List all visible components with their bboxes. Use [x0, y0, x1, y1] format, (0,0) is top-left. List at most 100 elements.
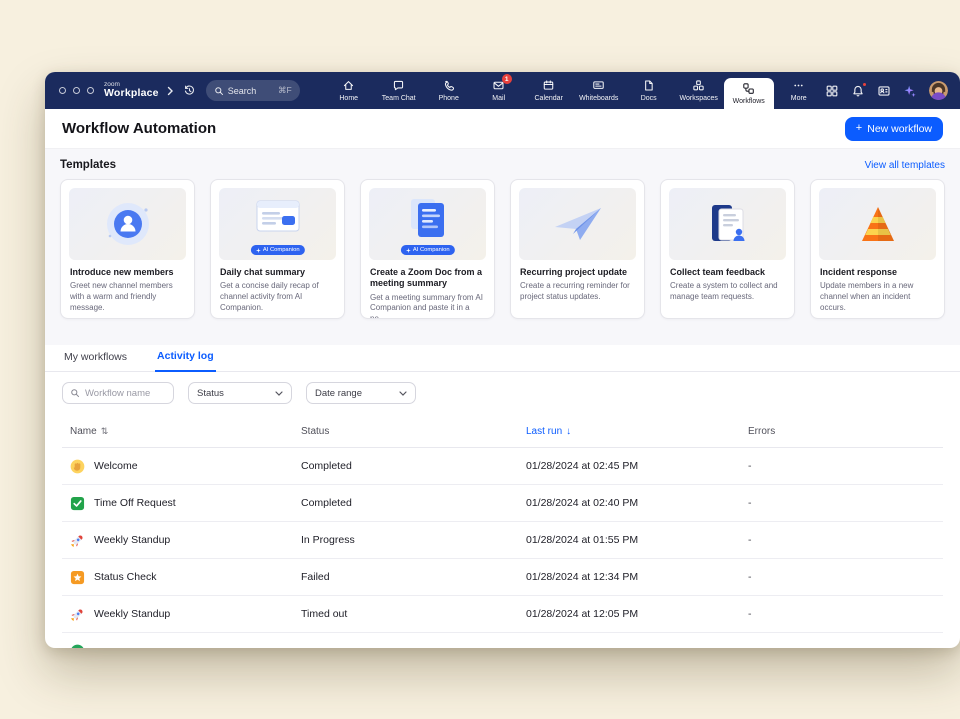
template-title: Introduce new members [70, 267, 185, 278]
template-card-daily-chat-summary[interactable]: AI Companion Daily chat summary Get a co… [210, 179, 345, 319]
status-cell: In Progress [293, 534, 518, 546]
errors-cell: - [740, 497, 943, 509]
tab-activity-log[interactable]: Activity log [155, 350, 216, 372]
nav-mail[interactable]: Mail 1 [474, 72, 524, 109]
workflow-name-input[interactable] [85, 388, 166, 399]
main-navigation: Home Team Chat Phone Mail 1 Calendar [324, 72, 824, 109]
topbar-right-icons [825, 81, 948, 100]
column-header-status: Status [293, 426, 518, 437]
workflow-name-search[interactable] [62, 382, 174, 404]
nav-whiteboards[interactable]: Whiteboards [574, 72, 624, 109]
last-run-cell: 01/28/2024 at 02:40 PM [518, 497, 740, 509]
workflows-icon [742, 82, 755, 95]
docs-icon [642, 79, 655, 92]
template-title: Daily chat summary [220, 267, 335, 278]
column-header-name[interactable]: Name ⇅ [62, 426, 293, 437]
search-input[interactable]: Search ⌘F [206, 80, 300, 101]
mail-unread-badge: 1 [502, 74, 512, 84]
person-avatar-illustration [69, 188, 186, 260]
template-title: Collect team feedback [670, 267, 785, 278]
window-controls [59, 87, 94, 94]
status-cell: Completed [293, 460, 518, 472]
rocket-icon [70, 533, 85, 548]
filters-bar: Status Date range [45, 372, 960, 414]
nav-workspaces[interactable]: Workspaces [674, 72, 724, 109]
date-range-filter-select[interactable]: Date range [306, 382, 416, 404]
template-card-recurring-project-update[interactable]: Recurring project update Create a recurr… [510, 179, 645, 319]
last-run-cell: 01/28/2024 at 12:05 PM [518, 608, 740, 620]
status-filter-select[interactable]: Status [188, 382, 292, 404]
last-run-cell: 01/28/2024 at 01:55 PM [518, 534, 740, 546]
errors-cell: - [740, 608, 943, 620]
page-header: Workflow Automation + New workflow [45, 109, 960, 148]
sort-desc-icon: ↓ [566, 426, 571, 437]
phone-icon [442, 79, 455, 92]
window-zoom-button[interactable] [87, 87, 94, 94]
errors-cell: - [740, 460, 943, 472]
template-title: Recurring project update [520, 267, 635, 278]
ai-companion-badge: AI Companion [400, 245, 454, 255]
zoom-workplace-logo: zoom Workplace [104, 82, 159, 100]
template-card-introduce-new-members[interactable]: Introduce new members Greet new channel … [60, 179, 195, 319]
template-card-incident-response[interactable]: Incident response Update members in a ne… [810, 179, 945, 319]
warning-cone-illustration [819, 188, 936, 260]
table-row[interactable]: Weekly Standup In Progress 01/28/2024 at… [62, 522, 943, 559]
column-header-last-run[interactable]: Last run ↓ [518, 426, 740, 437]
star-square-icon [70, 570, 85, 585]
check-square-icon [70, 496, 85, 511]
nav-docs[interactable]: Docs [624, 72, 674, 109]
search-icon [70, 388, 80, 398]
feedback-form-illustration [669, 188, 786, 260]
nav-phone[interactable]: Phone [424, 72, 474, 109]
plus-icon: + [856, 123, 862, 134]
table-row[interactable]: Welcome Completed 01/28/2024 at 02:45 PM… [62, 448, 943, 485]
template-description: Create a system to collect and manage te… [670, 281, 785, 303]
table-row[interactable]: Weekly Standup Timed out 01/28/2024 at 1… [62, 596, 943, 633]
template-title: Create a Zoom Doc from a meeting summary [370, 267, 485, 290]
window-close-button[interactable] [59, 87, 66, 94]
template-cards: Introduce new members Greet new channel … [60, 179, 945, 319]
last-run-cell: 01/28/2024 at 02:45 PM [518, 460, 740, 472]
templates-section: Templates View all templates Introduce n… [45, 148, 960, 345]
titlebar: zoom Workplace Search ⌘F Home Tea [45, 72, 960, 109]
template-description: Greet new channel members with a warm an… [70, 281, 185, 313]
search-placeholder: Search [228, 86, 257, 96]
nav-more[interactable]: More [774, 72, 824, 109]
template-card-collect-team-feedback[interactable]: Collect team feedback Create a system to… [660, 179, 795, 319]
nav-team-chat[interactable]: Team Chat [374, 72, 424, 109]
notification-dot [862, 82, 867, 87]
new-workflow-button[interactable]: + New workflow [845, 117, 943, 141]
nav-home[interactable]: Home [324, 72, 374, 109]
apps-icon[interactable] [825, 84, 839, 98]
view-all-templates-link[interactable]: View all templates [865, 160, 945, 171]
templates-heading: Templates [60, 159, 116, 171]
template-card-zoom-doc-from-meeting-summary[interactable]: AI Companion Create a Zoom Doc from a me… [360, 179, 495, 319]
table-row[interactable]: Status Check Failed 01/28/2024 at 12:34 … [62, 559, 943, 596]
nav-workflows[interactable]: Workflows [724, 78, 774, 109]
column-header-errors: Errors [740, 426, 943, 437]
nav-calendar[interactable]: Calendar [524, 72, 574, 109]
doc-illustration: AI Companion [369, 188, 486, 260]
table-row[interactable]: Time Off Request Completed 01/28/2024 at… [62, 485, 943, 522]
template-description: Update members in a new channel when an … [820, 281, 935, 313]
tab-my-workflows[interactable]: My workflows [62, 351, 129, 371]
history-icon[interactable] [183, 84, 196, 97]
chat-window-illustration: AI Companion [219, 188, 336, 260]
table-row-partial[interactable] [62, 633, 943, 648]
search-icon [214, 86, 224, 96]
forward-chevron-icon[interactable] [166, 86, 174, 96]
user-avatar[interactable] [929, 81, 948, 100]
chat-icon [392, 79, 405, 92]
ai-companion-badge: AI Companion [250, 245, 304, 255]
green-circle-icon [70, 644, 85, 649]
whiteboard-icon [592, 79, 605, 92]
workflow-tabs: My workflows Activity log [45, 345, 960, 372]
window-minimize-button[interactable] [73, 87, 80, 94]
status-cell: Timed out [293, 608, 518, 620]
notifications-bell-icon[interactable] [851, 84, 865, 98]
sort-both-icon[interactable]: ⇅ [101, 426, 109, 437]
rocket-icon [70, 607, 85, 622]
contacts-icon[interactable] [877, 84, 891, 98]
template-description: Get a concise daily recap of channel act… [220, 281, 335, 313]
ai-companion-icon[interactable] [903, 84, 917, 98]
